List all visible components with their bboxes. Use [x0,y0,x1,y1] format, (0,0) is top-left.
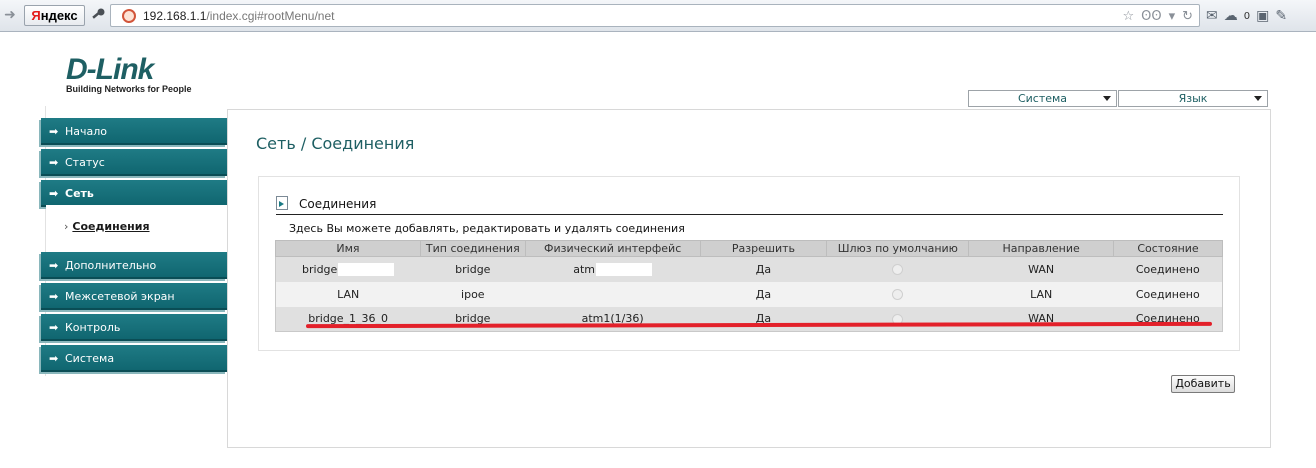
column-header-interface: Физический интерфейс [524,240,701,257]
cell-interface: atm [525,256,701,282]
cell-type: ipoe [420,281,526,307]
arrow-right-icon: ➡ [49,321,59,334]
url-host: 192.168.1.1 [143,9,207,23]
cell-name: LAN [275,281,421,307]
cell-state: Соединено [1113,281,1223,307]
sidebar-item-network[interactable]: ➡ Сеть [41,180,227,207]
connections-table: Имя Тип соединения Физический интерфейс … [275,240,1223,332]
url-text[interactable]: 192.168.1.1/index.cgi#rootMenu/net [143,9,335,23]
bullet-icon: › [64,220,69,233]
notification-count: 0 [1243,10,1251,22]
redacted-block [338,263,395,276]
logo-title: D-Link [66,53,154,86]
section-description: Здесь Вы можете добавлять, редактировать… [289,222,685,235]
sidebar-subitem-label: Соединения [72,220,150,233]
chevron-down-icon [1103,96,1111,101]
site-security-icon [122,9,136,23]
sidebar-item-control[interactable]: ➡ Контроль [41,314,227,341]
cell-direction: WAN [968,256,1114,282]
back-arrow-icon[interactable]: ➜ [2,7,18,23]
cell-enable: Да [700,281,827,307]
sidebar-subitem-connections[interactable]: › Соединения [64,220,150,233]
cell-interface [525,281,701,307]
address-bar[interactable]: 192.168.1.1/index.cgi#rootMenu/net ☆ ʘʘ … [110,4,1200,27]
sidebar-item-label: Контроль [65,321,121,334]
cell-name-text: bridge [302,262,338,276]
document-arrow-icon [276,196,288,210]
cell-state: Соединено [1113,306,1223,332]
sidebar-item-label: Сеть [65,187,94,200]
cell-type: bridge [420,256,526,282]
column-header-enable: Разрешить [699,240,828,257]
arrow-right-icon: ➡ [49,156,59,169]
arrow-right-icon: ➡ [49,290,59,303]
key-icon[interactable] [90,7,106,23]
sidebar-item-start[interactable]: ➡ Начало [41,118,227,145]
system-select-label: Система [1017,92,1068,105]
sidebar-item-advanced[interactable]: ➡ Дополнительно [41,252,227,279]
column-header-direction: Направление [968,240,1115,257]
arrow-right-icon: ➡ [49,259,59,272]
yandex-rest: ндекс [40,8,78,23]
sidebar-item-label: Дополнительно [65,259,157,272]
table-row[interactable]: LAN ipoe Да LAN Соединено [275,281,1223,307]
sidebar-item-label: Статус [65,156,105,169]
reader-glasses-icon[interactable]: ʘʘ [1141,9,1161,24]
column-header-state: Состояние [1113,240,1223,257]
cell-direction: LAN [968,281,1114,307]
column-header-type: Тип соединения [419,240,526,257]
sidebar-item-system[interactable]: ➡ Система [41,345,227,372]
wrench-icon[interactable]: ✎ [1275,8,1287,24]
sidebar-item-status[interactable]: ➡ Статус [41,149,227,176]
sidebar-item-label: Система [65,352,115,365]
cell-enable: Да [700,256,827,282]
dlink-logo: D-Link Building Networks for People [66,53,192,95]
section-title: Соединения [299,197,377,211]
arrow-right-icon: ➡ [49,352,59,365]
browser-extension-tools: ✉ ☁ 0 ▣ ✎ [1206,6,1287,26]
redacted-block [596,263,653,276]
mail-icon[interactable]: ✉ [1206,8,1218,24]
yandex-button[interactable]: Яндекс [24,5,85,26]
language-select[interactable]: Язык [1118,90,1268,107]
column-header-default-gateway: Шлюз по умолчанию [826,240,970,257]
table-header-row: Имя Тип соединения Физический интерфейс … [275,240,1223,257]
cell-default-gateway [826,256,969,282]
star-icon[interactable]: ☆ [1122,9,1134,24]
url-path: /index.cgi#rootMenu/net [206,9,335,23]
browser-toolbar: ➜ Яндекс 192.168.1.1/index.cgi#rootMenu/… [0,0,1316,32]
column-header-name: Имя [275,240,421,257]
cell-interface-text: atm [573,262,596,276]
address-bar-icons: ☆ ʘʘ ▾ ↻ [1122,8,1193,24]
table-row[interactable]: bridge bridge atm Да WAN Соединено [275,256,1223,282]
default-gateway-radio[interactable] [892,264,904,276]
chevron-down-icon [1254,96,1262,101]
sidebar-item-label: Межсетевой экран [65,290,175,303]
cell-name: bridge [275,256,421,282]
cell-direction: WAN [968,306,1114,332]
cell-interface: atm1(1/36) [525,306,701,332]
dropdown-icon[interactable]: ▾ [1169,9,1176,24]
cell-default-gateway [826,281,969,307]
yandex-prefix: Я [31,8,41,23]
arrow-right-icon: ➡ [49,187,59,200]
system-select[interactable]: Система [968,90,1117,107]
cloud-icon[interactable]: ☁ [1224,8,1238,24]
extension-icon[interactable]: ▣ [1256,8,1269,24]
add-connection-button[interactable]: Добавить [1171,375,1235,393]
language-select-label: Язык [1178,92,1208,105]
default-gateway-radio[interactable] [892,289,904,300]
cell-default-gateway [826,306,969,332]
reload-icon[interactable]: ↻ [1182,9,1193,24]
section-divider [276,214,1223,215]
cell-state: Соединено [1113,256,1223,282]
logo-tagline: Building Networks for People [66,84,192,94]
page-title: Сеть / Соединения [256,134,415,153]
arrow-right-icon: ➡ [49,125,59,138]
sidebar-item-firewall[interactable]: ➡ Межсетевой экран [41,283,227,310]
sidebar-item-label: Начало [65,125,108,138]
cell-enable: Да [700,306,827,332]
